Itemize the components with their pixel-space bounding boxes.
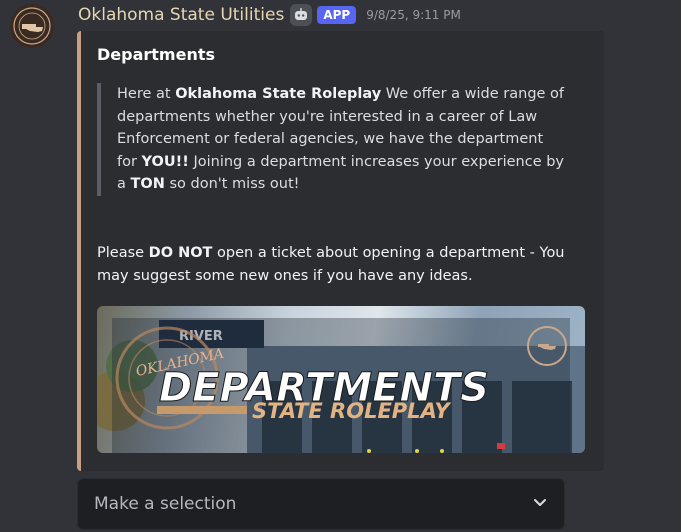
embed-notice: Please DO NOT open a ticket about openin… — [97, 242, 577, 287]
quote-bold-ton: TON — [130, 176, 165, 192]
select-placeholder: Make a selection — [94, 494, 237, 514]
department-select-menu[interactable]: Make a selection — [77, 478, 565, 530]
embed-title: Departments — [97, 45, 216, 64]
timestamp: 9/8/25, 9:11 PM — [366, 8, 461, 22]
notice-text: Please — [97, 245, 149, 261]
quote-text: Here at — [117, 86, 176, 102]
bot-icon — [290, 4, 313, 26]
embed-card: Departments Here at Oklahoma State Rolep… — [77, 31, 604, 471]
oklahoma-seal-icon — [11, 5, 53, 47]
message-header: Oklahoma State Utilities APP 9/8/25, 9:1… — [78, 2, 461, 28]
author-name[interactable]: Oklahoma State Utilities — [78, 5, 284, 25]
banner-artwork: RIVER OKLAHOMA DEPARTMENTS STATE ROLEPLA… — [97, 318, 585, 453]
quote-text: so don't miss out! — [164, 176, 300, 192]
departments-banner-image[interactable]: RIVER OKLAHOMA DEPARTMENTS STATE ROLEPLA… — [97, 306, 585, 453]
app-badge: APP — [317, 6, 357, 24]
notice-bold: DO NOT — [148, 245, 213, 261]
embed-quote: Here at Oklahoma State Roleplay We offer… — [97, 83, 567, 196]
avatar[interactable] — [10, 4, 54, 48]
quote-bold-you: YOU!! — [141, 153, 189, 170]
chevron-down-icon — [532, 494, 548, 514]
banner-subline: STATE ROLEPLAY — [252, 399, 451, 423]
quote-bold-server: Oklahoma State Roleplay — [175, 86, 382, 102]
